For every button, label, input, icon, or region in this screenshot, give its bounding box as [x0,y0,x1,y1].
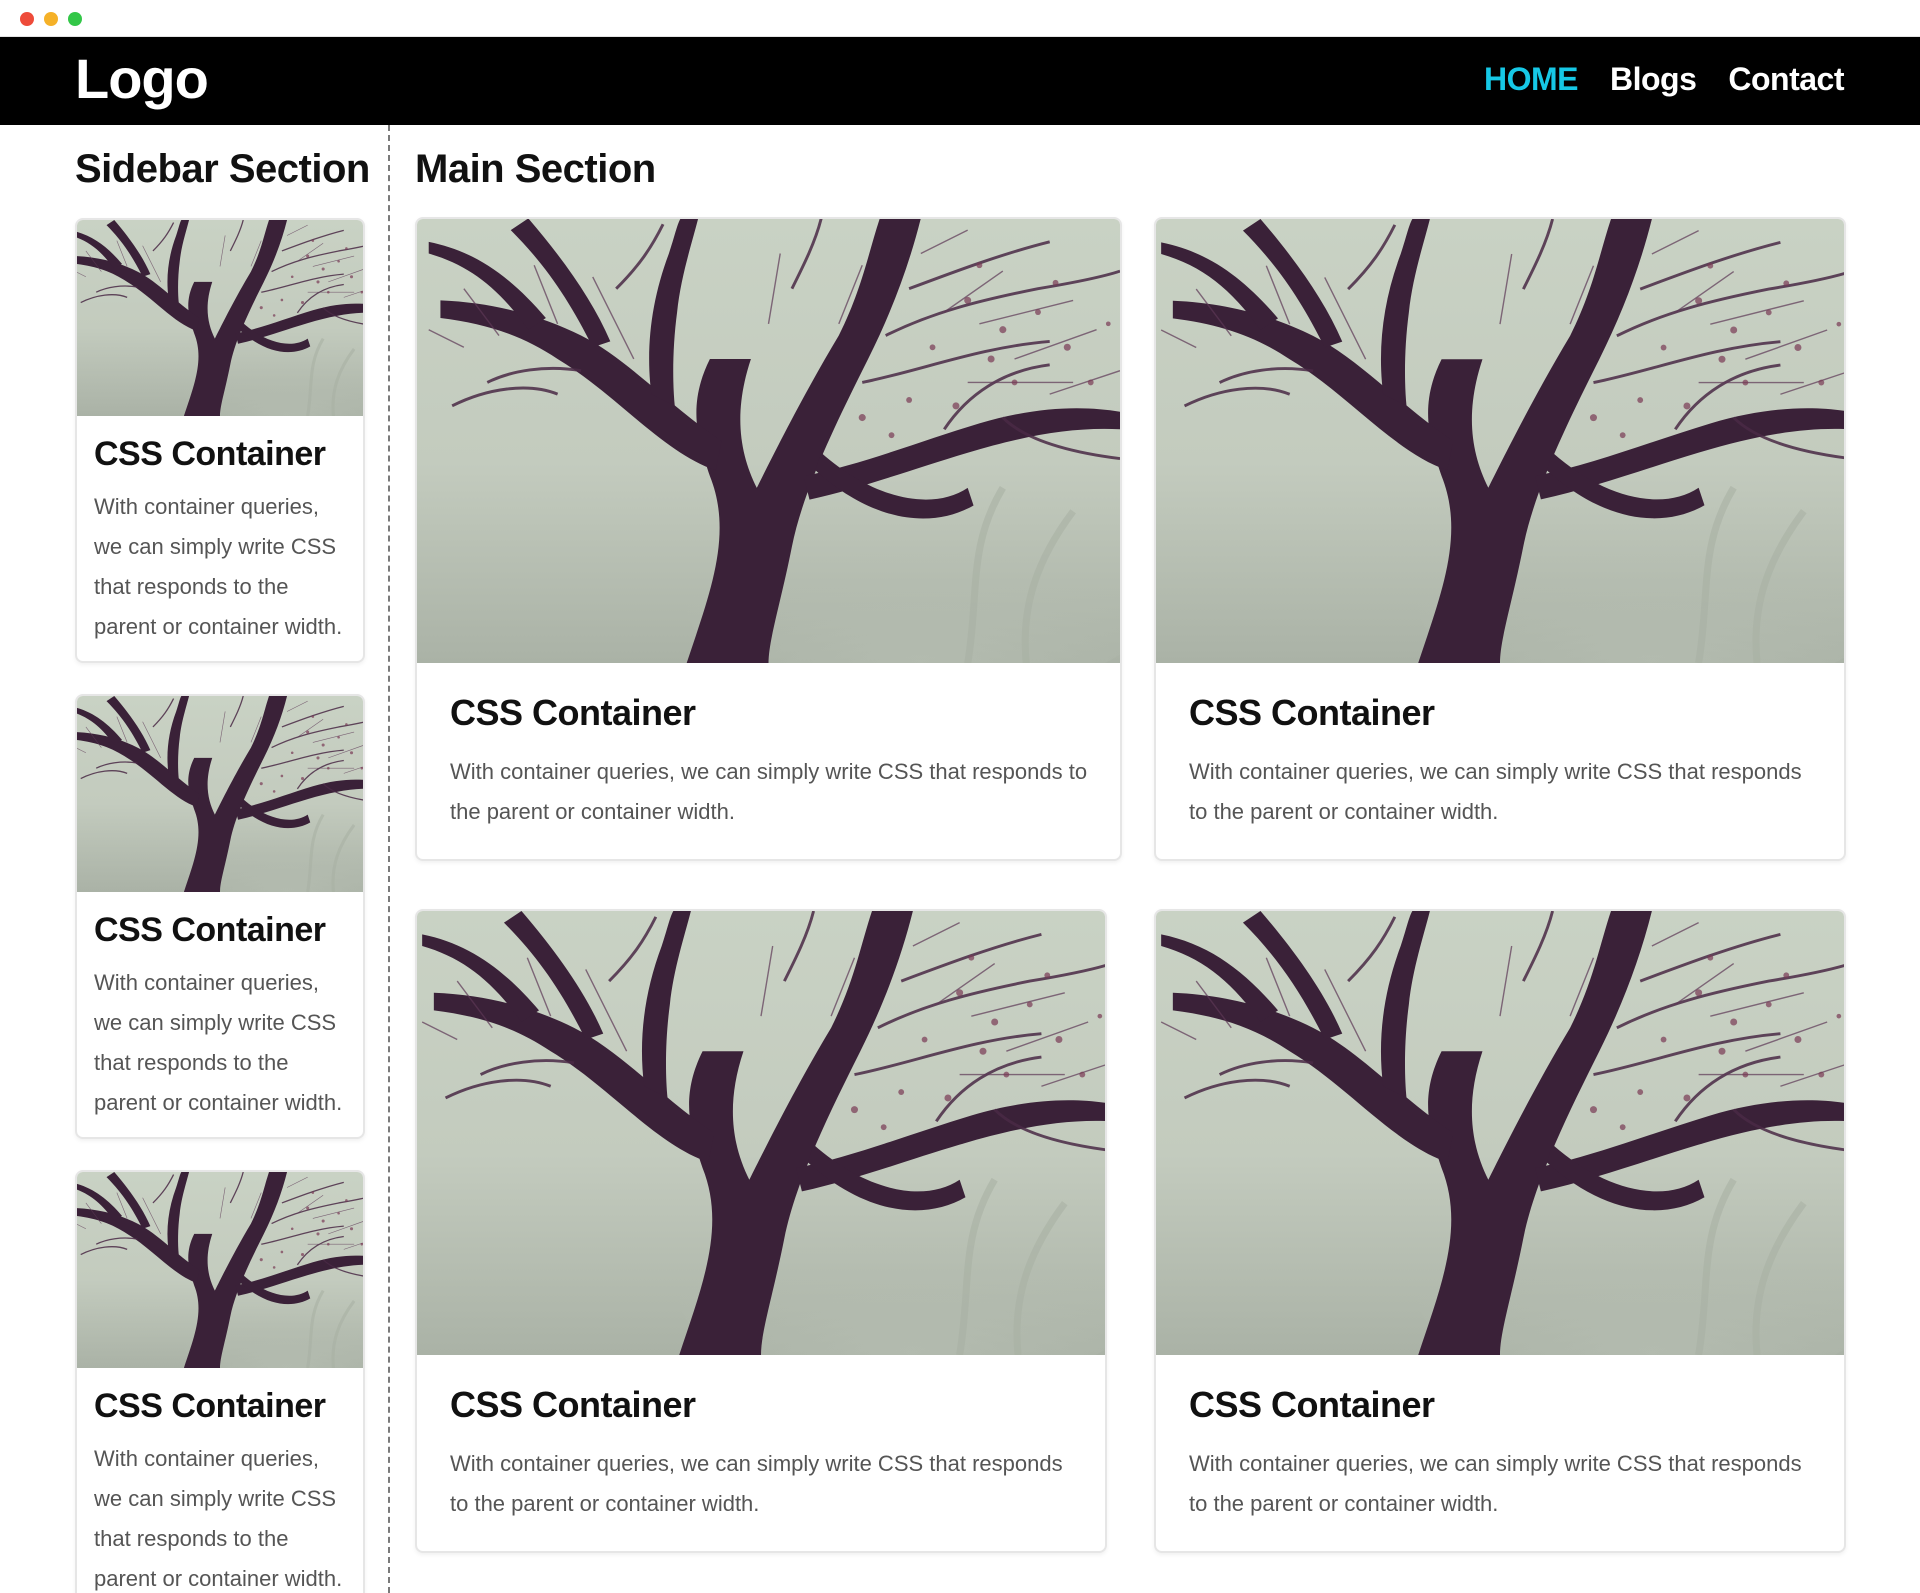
tree-photo [77,696,363,892]
section-divider [388,125,390,1593]
main-nav: HOME Blogs Contact [1484,61,1844,98]
tree-photo [1156,911,1844,1355]
sidebar-card[interactable]: CSS Container With container queries, we… [75,218,365,663]
logo[interactable]: Logo [75,47,209,111]
card-title: CSS Container [94,1387,326,1425]
sidebar-title: Sidebar Section [75,147,370,191]
card-text: With container queries, we can simply wr… [1189,759,1802,825]
tree-photo [417,911,1105,1355]
main-card[interactable]: CSS Container With container queries, we… [415,909,1107,1553]
main-title: Main Section [415,147,656,191]
card-text: With container queries, we can simply wr… [94,969,343,1115]
card-text: With container queries, we can simply wr… [94,493,343,639]
card-title: CSS Container [450,692,696,733]
close-window-button[interactable] [20,12,34,26]
card-text: With container queries, we can simply wr… [450,759,1088,825]
card-text: With container queries, we can simply wr… [94,1445,343,1591]
tree-photo [77,220,363,416]
window-chrome [0,0,1920,37]
minimize-window-button[interactable] [44,12,58,26]
card-title: CSS Container [94,435,326,473]
main-card[interactable]: CSS Container With container queries, we… [1154,909,1846,1553]
sidebar-card[interactable]: CSS Container With container queries, we… [75,694,365,1139]
card-text: With container queries, we can simply wr… [450,1451,1063,1517]
card-text: With container queries, we can simply wr… [1189,1451,1802,1517]
sidebar-card[interactable]: CSS Container With container queries, we… [75,1170,365,1593]
card-title: CSS Container [450,1384,696,1425]
main-card[interactable]: CSS Container With container queries, we… [415,217,1122,861]
nav-blogs[interactable]: Blogs [1610,61,1697,98]
card-title: CSS Container [1189,692,1435,733]
nav-home[interactable]: HOME [1484,61,1579,98]
tree-photo [1156,219,1844,663]
nav-contact[interactable]: Contact [1728,61,1844,98]
main-card[interactable]: CSS Container With container queries, we… [1154,217,1846,861]
card-title: CSS Container [94,911,326,949]
maximize-window-button[interactable] [68,12,82,26]
card-title: CSS Container [1189,1384,1435,1425]
site-header: Logo HOME Blogs Contact [0,37,1920,125]
tree-photo [77,1172,363,1368]
tree-photo [417,219,1120,663]
